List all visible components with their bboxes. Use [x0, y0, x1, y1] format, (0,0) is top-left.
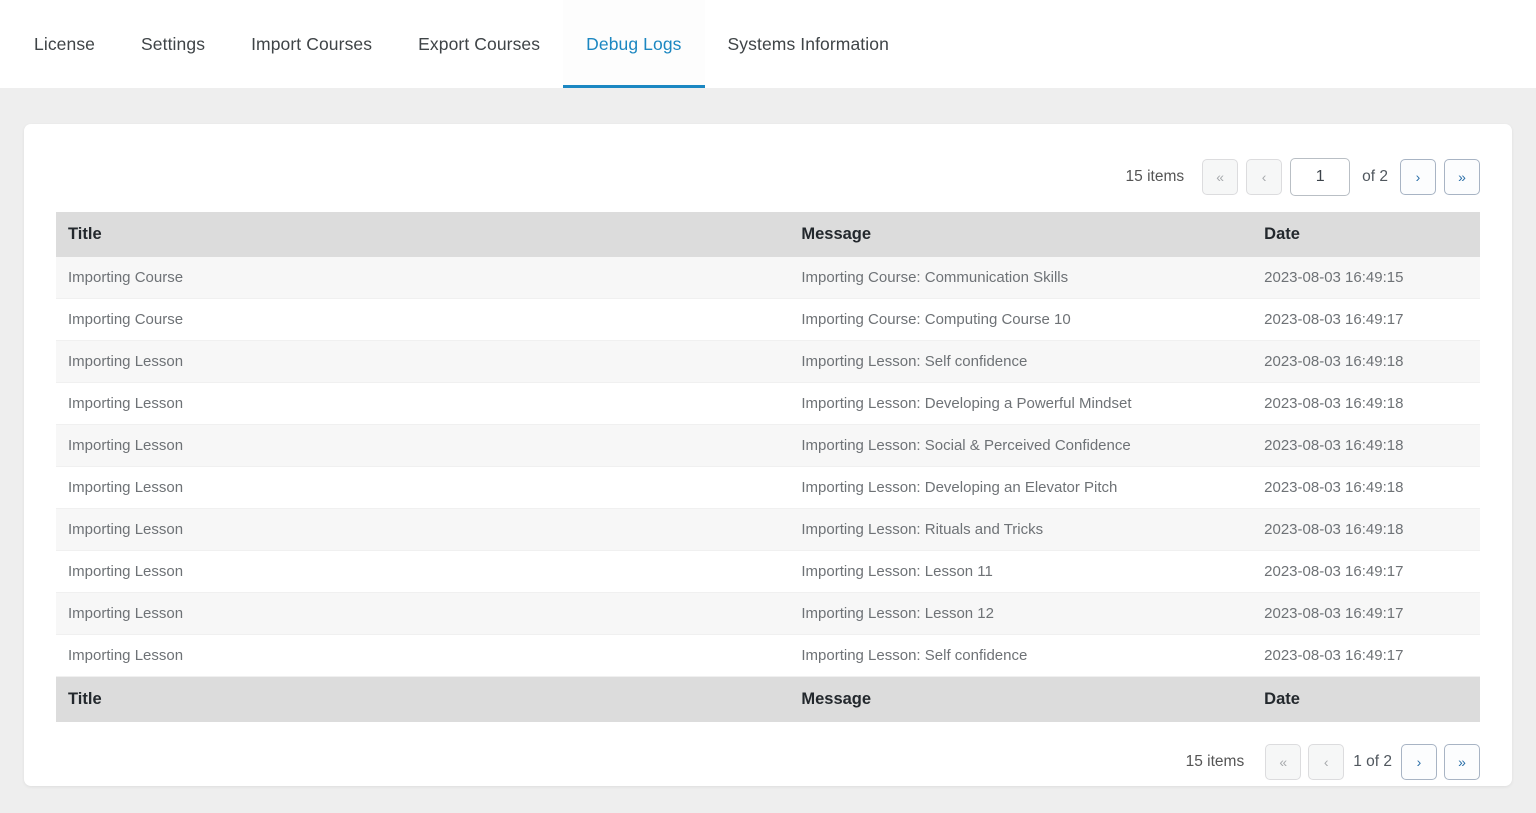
cell-title: Importing Lesson [56, 635, 789, 677]
table-row: Importing LessonImporting Lesson: Social… [56, 425, 1480, 467]
table-foot: Title Message Date [56, 677, 1480, 723]
column-footer-message[interactable]: Message [789, 677, 1252, 723]
cell-title: Importing Lesson [56, 467, 789, 509]
tab-settings[interactable]: Settings [118, 0, 228, 88]
cell-title: Importing Lesson [56, 425, 789, 467]
cell-title: Importing Lesson [56, 593, 789, 635]
table-row: Importing LessonImporting Lesson: Self c… [56, 635, 1480, 677]
table-row: Importing LessonImporting Lesson: Ritual… [56, 509, 1480, 551]
cell-message: Importing Lesson: Self confidence [789, 635, 1252, 677]
column-footer-title[interactable]: Title [56, 677, 789, 723]
table-row: Importing LessonImporting Lesson: Lesson… [56, 593, 1480, 635]
cell-title: Importing Course [56, 257, 789, 299]
cell-date: 2023-08-03 16:49:18 [1252, 425, 1480, 467]
table-row: Importing LessonImporting Lesson: Develo… [56, 383, 1480, 425]
current-page-input[interactable] [1290, 158, 1350, 196]
tab-import-courses[interactable]: Import Courses [228, 0, 395, 88]
next-page-button-bottom[interactable]: › [1401, 744, 1437, 780]
cell-date: 2023-08-03 16:49:18 [1252, 341, 1480, 383]
pagination-top: 15 items « ‹ of 2 › » [56, 158, 1480, 196]
total-pages-label-top: of 2 [1358, 168, 1392, 186]
items-count-top: 15 items [1126, 168, 1185, 186]
last-page-button-bottom[interactable]: » [1444, 744, 1480, 780]
cell-date: 2023-08-03 16:49:18 [1252, 509, 1480, 551]
tab-systems-information[interactable]: Systems Information [705, 0, 912, 88]
cell-date: 2023-08-03 16:49:17 [1252, 593, 1480, 635]
pagination-bottom: 15 items « ‹ 1 of 2 › » [56, 744, 1480, 780]
table-header-row: Title Message Date [56, 212, 1480, 257]
prev-page-button-bottom[interactable]: ‹ [1308, 744, 1344, 780]
column-header-title[interactable]: Title [56, 212, 789, 257]
cell-message: Importing Lesson: Rituals and Tricks [789, 509, 1252, 551]
column-header-message[interactable]: Message [789, 212, 1252, 257]
cell-title: Importing Lesson [56, 341, 789, 383]
first-page-button-bottom[interactable]: « [1265, 744, 1301, 780]
debug-logs-card: 15 items « ‹ of 2 › » Title Message Date… [24, 124, 1512, 786]
page-indicator-bottom: 1 of 2 [1351, 753, 1394, 771]
cell-message: Importing Course: Computing Course 10 [789, 299, 1252, 341]
cell-title: Importing Course [56, 299, 789, 341]
table-row: Importing LessonImporting Lesson: Lesson… [56, 551, 1480, 593]
cell-message: Importing Lesson: Self confidence [789, 341, 1252, 383]
table-row: Importing CourseImporting Course: Comput… [56, 299, 1480, 341]
prev-page-button-top[interactable]: ‹ [1246, 159, 1282, 195]
debug-logs-table: Title Message Date Importing CourseImpor… [56, 212, 1480, 722]
next-page-button-top[interactable]: › [1400, 159, 1436, 195]
cell-date: 2023-08-03 16:49:17 [1252, 551, 1480, 593]
cell-date: 2023-08-03 16:49:18 [1252, 467, 1480, 509]
first-page-button-top[interactable]: « [1202, 159, 1238, 195]
cell-message: Importing Lesson: Social & Perceived Con… [789, 425, 1252, 467]
cell-message: Importing Lesson: Lesson 12 [789, 593, 1252, 635]
cell-title: Importing Lesson [56, 383, 789, 425]
table-row: Importing LessonImporting Lesson: Develo… [56, 467, 1480, 509]
cell-date: 2023-08-03 16:49:17 [1252, 635, 1480, 677]
items-count-bottom: 15 items [1186, 753, 1245, 771]
column-header-date[interactable]: Date [1252, 212, 1480, 257]
last-page-button-top[interactable]: » [1444, 159, 1480, 195]
cell-date: 2023-08-03 16:49:17 [1252, 299, 1480, 341]
table-footer-row: Title Message Date [56, 677, 1480, 723]
table-head: Title Message Date [56, 212, 1480, 257]
cell-title: Importing Lesson [56, 551, 789, 593]
cell-message: Importing Lesson: Developing a Powerful … [789, 383, 1252, 425]
tab-license[interactable]: License [12, 0, 118, 88]
column-footer-date[interactable]: Date [1252, 677, 1480, 723]
table-row: Importing LessonImporting Lesson: Self c… [56, 341, 1480, 383]
table-body: Importing CourseImporting Course: Commun… [56, 257, 1480, 677]
tab-export-courses[interactable]: Export Courses [395, 0, 563, 88]
page-body: 15 items « ‹ of 2 › » Title Message Date… [0, 88, 1536, 813]
tab-bar: LicenseSettingsImport CoursesExport Cour… [0, 0, 1536, 88]
cell-date: 2023-08-03 16:49:15 [1252, 257, 1480, 299]
cell-message: Importing Lesson: Lesson 11 [789, 551, 1252, 593]
cell-date: 2023-08-03 16:49:18 [1252, 383, 1480, 425]
table-row: Importing CourseImporting Course: Commun… [56, 257, 1480, 299]
cell-message: Importing Lesson: Developing an Elevator… [789, 467, 1252, 509]
tab-debug-logs[interactable]: Debug Logs [563, 0, 704, 88]
cell-message: Importing Course: Communication Skills [789, 257, 1252, 299]
cell-title: Importing Lesson [56, 509, 789, 551]
